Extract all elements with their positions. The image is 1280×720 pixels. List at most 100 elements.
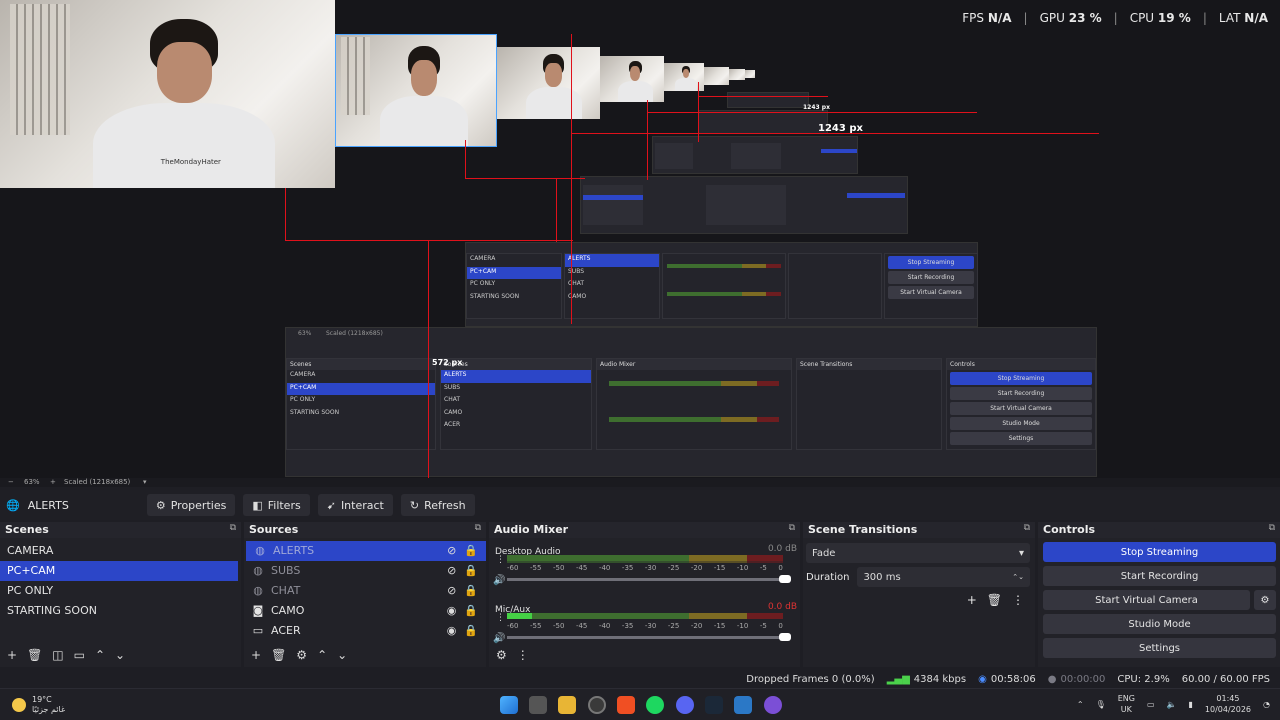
source-item-camo[interactable]: ◙ CAMO ◉ 🔒 [244,601,486,621]
scene-filters-icon[interactable]: ◫ [52,648,63,662]
popout-icon[interactable]: ⧉ [789,523,795,537]
px-label-572: 572 px [432,358,463,367]
remove-scene-icon[interactable]: 🗑 [27,648,42,662]
popout-icon[interactable]: ⧉ [475,523,481,537]
lock-icon[interactable]: 🔒 [464,561,478,581]
globe-icon: ◍ [255,544,265,557]
hidden-eye-icon[interactable]: ⊘ [447,541,456,561]
start-icon[interactable] [500,696,518,714]
refresh-icon: ↻ [409,498,420,512]
stepper-icon[interactable]: ⌃⌄ [1012,573,1024,581]
weather-widget[interactable]: 19°C غائم جزئيًا [12,695,65,715]
properties-button[interactable]: ⚙ Properties [146,494,236,516]
stats-overlay: FPS N/A | GPU 23 % | CPU 19 % | LAT N/A [962,11,1268,25]
chevron-down-icon: ▾ [1018,547,1024,559]
start-recording-button[interactable]: Start Recording [1043,566,1276,586]
steam-icon[interactable] [705,696,723,714]
source-item-alerts[interactable]: ◍ ALERTS ⊘ 🔒 [246,541,486,561]
scene-item-camera[interactable]: CAMERA [0,541,241,561]
zoom-out-icon[interactable]: − [8,478,14,486]
stop-streaming-button[interactable]: Stop Streaming [1043,542,1276,562]
mixer-settings-icon[interactable]: ⚙ [496,648,507,662]
scenes-dock: Scenes ⧉ CAMERA PC+CAM PC ONLY STARTING S… [0,522,241,667]
nested-obs-3 [652,136,858,174]
zoom-level: 63% [24,478,40,486]
notification-icon[interactable]: ◔ [1263,700,1270,709]
add-transition-icon[interactable]: + [967,593,977,607]
folder-icon[interactable] [558,696,576,714]
selected-source: 🌐 ALERTS [6,499,69,512]
virtual-camera-gear-icon[interactable]: ⚙ [1254,590,1276,610]
photos-icon[interactable] [734,696,752,714]
brave-icon[interactable] [617,696,635,714]
mixer-menu-icon[interactable]: ⋮ [517,648,529,662]
popout-icon[interactable]: ⧉ [230,523,236,537]
scale-dropdown-icon[interactable]: ▾ [143,478,147,486]
filters-button[interactable]: ◧ Filters [243,494,310,516]
transition-select[interactable]: Fade ▾ [806,543,1030,563]
volume-slider[interactable] [507,633,791,641]
pointer-icon: ➹ [326,498,336,512]
store-icon[interactable] [529,696,547,714]
duration-input[interactable]: 300 ms ⌃⌄ [857,567,1030,587]
scene-props-icon[interactable]: ▭ [74,648,85,662]
zoom-in-icon[interactable]: + [50,478,56,486]
nested-obs-5 [727,92,809,108]
hidden-eye-icon[interactable]: ⊘ [447,561,456,581]
studio-mode-button[interactable]: Studio Mode [1043,614,1276,634]
speaker-icon[interactable]: 🔊 [493,575,505,586]
start-virtual-camera-button[interactable]: Start Virtual Camera [1043,590,1250,610]
lock-icon[interactable]: 🔒 [464,581,478,601]
spotify-icon[interactable] [646,696,664,714]
add-source-icon[interactable]: + [251,648,261,662]
remove-source-icon[interactable]: 🗑 [271,648,286,662]
add-scene-icon[interactable]: + [7,648,17,662]
eye-icon[interactable]: ◉ [447,601,457,621]
stream-time: ◉ 00:58:06 [978,673,1036,685]
interact-button[interactable]: ➹ Interact [317,494,393,516]
discord-icon[interactable] [676,696,694,714]
nested-obs-2 [580,176,908,234]
refresh-button[interactable]: ↻ Refresh [400,494,475,516]
remove-transition-icon[interactable]: 🗑 [987,593,1002,607]
clock[interactable]: 01:45 10/04/2026 [1205,693,1251,715]
lock-icon[interactable]: 🔒 [464,541,478,561]
source-item-acer[interactable]: ▭ ACER ◉ 🔒 [244,621,486,641]
scene-item-pc-cam[interactable]: PC+CAM [0,561,238,581]
obs-icon[interactable] [588,696,606,714]
move-down-icon[interactable]: ⌄ [115,648,125,662]
popout-icon[interactable]: ⧉ [1024,523,1030,537]
mic-icon[interactable]: 🎙 [1096,700,1106,709]
chevron-up-icon[interactable]: ⌃ [1077,700,1084,709]
source-item-subs[interactable]: ◍ SUBS ⊘ 🔒 [244,561,486,581]
scene-item-pc-only[interactable]: PC ONLY [0,581,241,601]
source-settings-icon[interactable]: ⚙ [296,648,307,662]
move-up-icon[interactable]: ⌃ [95,648,105,662]
network-icon[interactable]: ▭ [1147,700,1155,709]
meter-tick-label: -15 [713,564,726,572]
volume-slider[interactable] [507,575,791,583]
sources-title: Sources [249,523,299,536]
eye-icon[interactable]: ◉ [447,621,457,641]
webcam-feed-nested-3 [600,56,664,102]
transition-menu-icon[interactable]: ⋮ [1012,593,1024,607]
move-up-icon[interactable]: ⌃ [317,648,327,662]
channel-menu-icon[interactable]: ⋮ [496,613,505,623]
hidden-eye-icon[interactable]: ⊘ [447,581,456,601]
scene-item-starting-soon[interactable]: STARTING SOON [0,601,241,621]
app-icon[interactable] [764,696,782,714]
preview-canvas[interactable]: TheMondayHater CAMERA PC+CAM PC ONLY STA… [0,0,1280,478]
cpu-stat: CPU 19 % [1129,11,1191,25]
battery-icon[interactable]: ▮ [1189,700,1193,709]
lock-icon[interactable]: 🔒 [464,601,478,621]
move-down-icon[interactable]: ⌄ [337,648,347,662]
meter-tick-label: -10 [736,564,749,572]
language-indicator[interactable]: ENG UK [1118,693,1135,715]
source-item-chat[interactable]: ◍ CHAT ⊘ 🔒 [244,581,486,601]
channel-menu-icon[interactable]: ⋮ [496,555,505,565]
volume-icon[interactable]: 🔈 [1167,700,1177,709]
settings-button[interactable]: Settings [1043,638,1276,658]
lock-icon[interactable]: 🔒 [464,621,478,641]
popout-icon[interactable]: ⧉ [1269,523,1275,537]
globe-icon: ◍ [253,564,263,577]
